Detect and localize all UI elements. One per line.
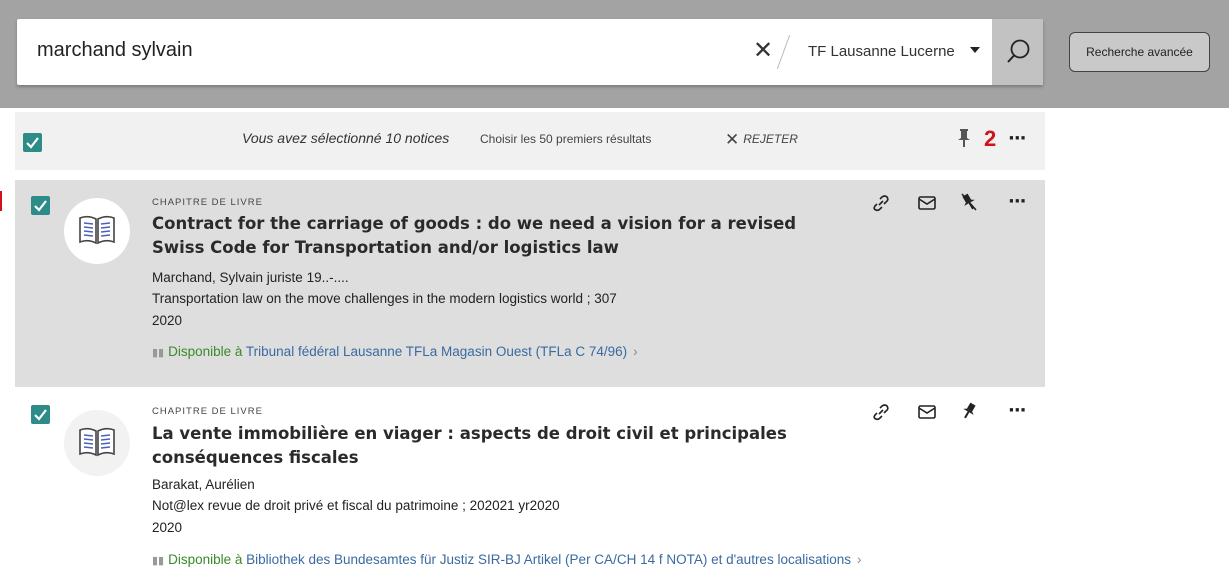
search-input[interactable]: marchand sylvain [37,39,193,62]
check-icon [34,409,47,421]
clear-search-icon[interactable]: ✕ [752,35,774,65]
result-checkbox[interactable] [31,405,50,424]
selection-marker [0,191,2,211]
search-header: marchand sylvain ✕ TF Lausanne Lucerne R… [0,0,1229,108]
more-options-icon[interactable]: ··· [1008,400,1026,421]
search-bar: marchand sylvain ✕ TF Lausanne Lucerne [17,19,1043,85]
permalink-icon[interactable] [872,403,890,425]
chevron-right-icon: › [633,344,638,359]
result-item[interactable]: CHAPITRE DE LIVRE La vente immobilière e… [15,392,1045,582]
result-item[interactable]: CHAPITRE DE LIVRE Contract for the carri… [15,180,1045,387]
selection-count-text: Vous avez sélectionné 10 notices [242,130,450,146]
check-icon [34,200,47,212]
check-icon [26,137,39,149]
caret-down-icon[interactable] [970,47,980,53]
advanced-search-button[interactable]: Recherche avancée [1069,32,1210,72]
book-icon: ▮▮ [152,555,165,567]
resource-type: CHAPITRE DE LIVRE [152,406,263,417]
availability-status: Disponible à [168,552,243,567]
availability-location: Bibliothek des Bundesamtes für Justiz SI… [246,552,851,567]
result-checkbox[interactable] [31,196,50,215]
result-source: Not@lex revue de droit privé et fiscal d… [152,498,560,513]
permalink-icon[interactable] [872,194,890,216]
divider [776,34,791,70]
book-icon: ▮▮ [152,347,165,359]
search-scope-select[interactable]: TF Lausanne Lucerne [808,43,955,60]
reject-label: REJETER [743,132,798,146]
reject-button[interactable]: ✕ REJETER [725,130,798,150]
result-year: 2020 [152,313,183,328]
result-year: 2020 [152,520,183,535]
unpin-icon[interactable] [961,193,977,215]
selection-toolbar: Vous avez sélectionné 10 notices Choisir… [15,112,1045,170]
result-source: Transportation law on the move challenge… [152,291,617,306]
email-icon[interactable] [918,195,936,214]
pin-icon[interactable] [961,402,977,424]
more-options-icon[interactable]: ··· [1008,191,1026,212]
availability-link[interactable]: ▮▮ Disponible à Tribunal fédéral Lausanne… [152,344,638,359]
pinned-count: 2 [984,126,997,151]
result-title[interactable]: Contract for the carriage of goods : do … [152,212,852,260]
result-title[interactable]: La vente immobilière en viager : aspects… [152,422,852,470]
more-options-icon[interactable]: ··· [1008,128,1026,149]
chevron-right-icon: › [856,552,862,567]
result-author: Marchand, Sylvain juriste 19..-.... [152,270,349,285]
resource-type: CHAPITRE DE LIVRE [152,197,263,208]
select-all-checkbox[interactable] [23,133,42,152]
choose-first-results-link[interactable]: Choisir les 50 premiers résultats [480,132,651,146]
pin-selected-icon[interactable] [958,129,970,151]
email-icon[interactable] [918,404,936,423]
search-icon [1007,39,1030,63]
book-chapter-icon [64,198,130,264]
availability-location: Tribunal fédéral Lausanne TFLa Magasin O… [245,344,628,359]
result-author: Barakat, Aurélien [152,477,255,492]
search-button[interactable] [992,19,1043,85]
book-chapter-icon [64,410,130,476]
availability-link[interactable]: ▮▮ Disponible à Bibliothek des Bundesamte… [152,552,861,567]
availability-status: Disponible à [168,344,243,359]
close-icon: ✕ [725,130,740,149]
